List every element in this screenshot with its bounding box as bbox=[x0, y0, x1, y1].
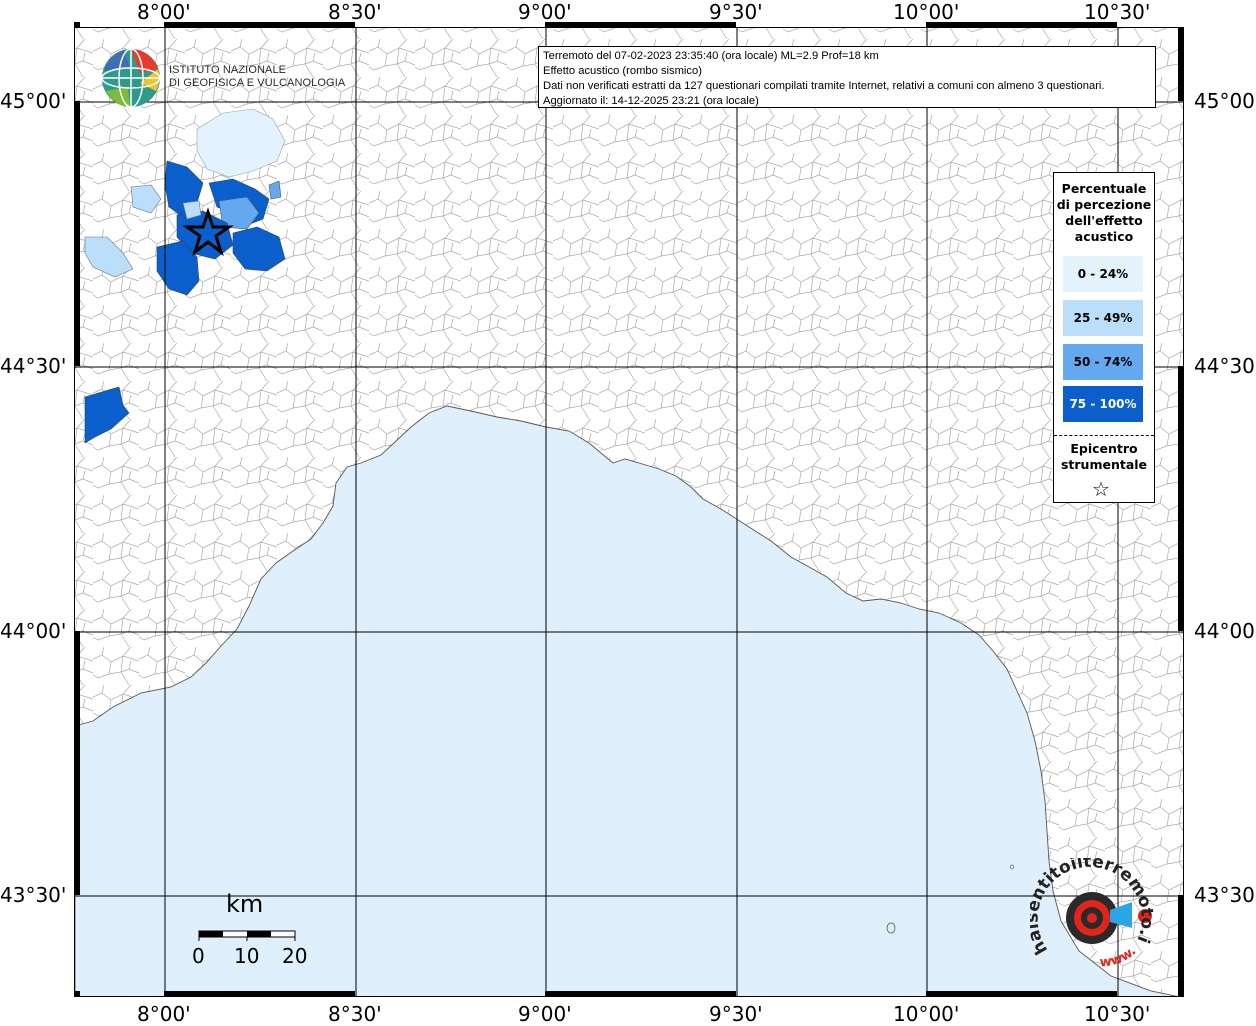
longitude-label-bottom: 9°30' bbox=[709, 1002, 763, 1026]
longitude-label-bottom: 10°30' bbox=[1084, 1002, 1151, 1026]
institute-line1: ISTITUTO NAZIONALE bbox=[169, 64, 287, 76]
longitude-label-top: 8°00' bbox=[137, 0, 191, 24]
legend: Percentuale di percezione dell'effetto a… bbox=[1053, 172, 1155, 503]
legend-class-50-74: 50 - 74% bbox=[1063, 344, 1143, 380]
latitude-label-right: 44°30' bbox=[1194, 354, 1256, 378]
scale-tick-label: 20 bbox=[282, 944, 308, 968]
scale-unit: km bbox=[226, 890, 264, 918]
latitude-label-right: 44°00' bbox=[1194, 619, 1256, 643]
event-title: Terremoto del 07-02-2023 23:35:40 (ora l… bbox=[543, 50, 879, 62]
longitude-label-top: 10°00' bbox=[893, 0, 960, 24]
longitude-label-bottom: 9°00' bbox=[518, 1002, 572, 1026]
update-timestamp: Aggiornato il: 14-12-2025 23:21 (ora loc… bbox=[543, 95, 759, 107]
longitude-label-bottom: 8°30' bbox=[328, 1002, 382, 1026]
scale-tick-label: 0 bbox=[192, 944, 205, 968]
svg-text:www.: www. bbox=[1099, 944, 1139, 971]
scale-tick-label: 10 bbox=[234, 944, 260, 968]
institute-line2: DI GEOFISICA E VULCANOLOGIA bbox=[169, 77, 346, 89]
data-note: Dati non verificati estratti da 127 ques… bbox=[543, 80, 1105, 92]
latitude-label-left: 44°30' bbox=[0, 354, 67, 378]
latitude-label-left: 43°30' bbox=[0, 883, 67, 907]
longitude-label-top: 9°30' bbox=[709, 0, 763, 24]
legend-title: Percentuale di percezione dell'effetto a… bbox=[1056, 181, 1152, 244]
longitude-label-bottom: 8°00' bbox=[137, 1002, 191, 1026]
longitude-label-top: 10°30' bbox=[1084, 0, 1151, 24]
event-info-box: Terremoto del 07-02-2023 23:35:40 (ora l… bbox=[538, 46, 1156, 108]
map-subject: Effetto acustico (rombo sismico) bbox=[543, 65, 702, 77]
brand-www: www. bbox=[1099, 944, 1139, 971]
latitude-label-right: 43°30' bbox=[1194, 883, 1256, 907]
latitude-label-right: 45°00' bbox=[1194, 89, 1256, 113]
latitude-label-left: 44°00' bbox=[0, 619, 67, 643]
haisentito-logo-icon[interactable]: haisentitoilterremoto.it www. bbox=[1030, 858, 1160, 973]
legend-class-75-100: 75 - 100% bbox=[1063, 386, 1143, 422]
legend-divider bbox=[1054, 435, 1154, 436]
legend-epicenter-label: Epicentro strumentale bbox=[1060, 441, 1148, 472]
ingv-globe-icon bbox=[101, 48, 161, 108]
legend-class-25-49: 25 - 49% bbox=[1063, 300, 1143, 336]
longitude-label-bottom: 10°00' bbox=[893, 1002, 960, 1026]
legend-class-0-24: 0 - 24% bbox=[1063, 256, 1143, 292]
legend-star-icon: ☆ bbox=[1092, 477, 1110, 501]
longitude-label-top: 8°30' bbox=[328, 0, 382, 24]
institute-name: ISTITUTO NAZIONALE DI GEOFISICA E VULCAN… bbox=[169, 64, 345, 90]
longitude-label-top: 9°00' bbox=[518, 0, 572, 24]
latitude-label-left: 45°00' bbox=[0, 89, 67, 113]
